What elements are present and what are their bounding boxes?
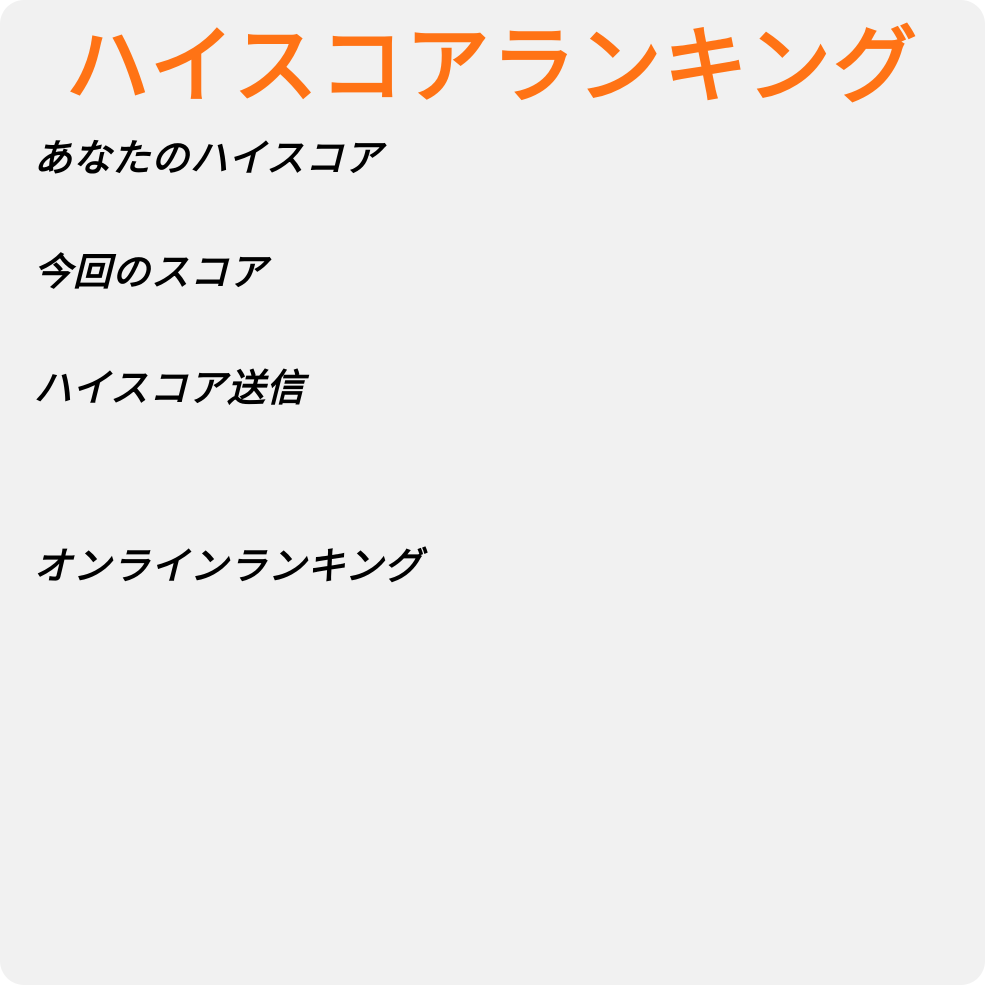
online-ranking-list xyxy=(34,600,951,950)
high-score-label: あなたのハイスコア xyxy=(34,136,384,180)
current-score-label: 今回のスコア xyxy=(34,250,269,294)
ranking-panel: ハイスコアランキング あなたのハイスコア 今回のスコア ハイスコア送信 オンライ… xyxy=(0,0,985,985)
page-title: ハイスコアランキング xyxy=(65,17,920,115)
submit-high-score-button[interactable]: ハイスコア送信 xyxy=(34,366,305,410)
online-ranking-label: オンラインランキング xyxy=(34,544,423,588)
